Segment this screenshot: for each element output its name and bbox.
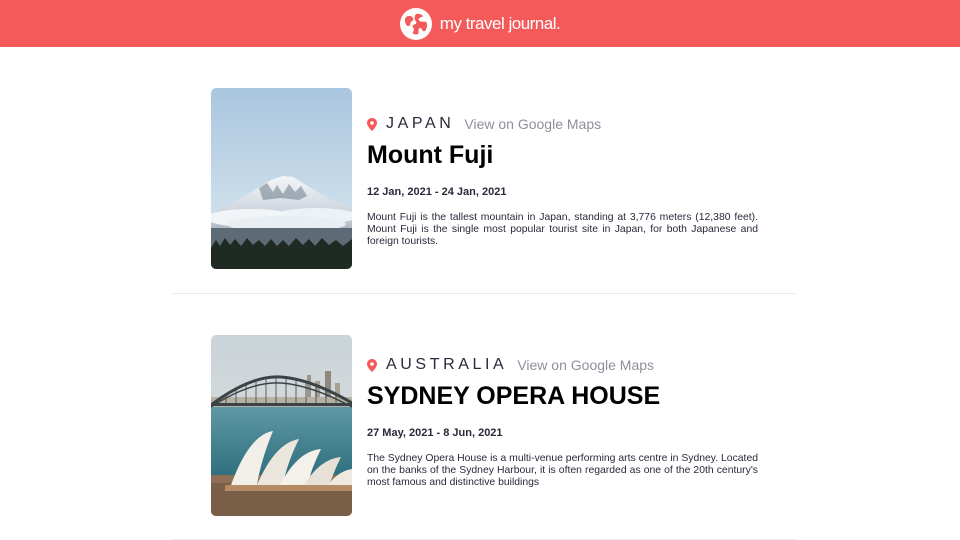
entry-info: AUSTRALIA View on Google Maps SYDNEY OPE…	[367, 355, 758, 489]
location-row: AUSTRALIA View on Google Maps	[367, 355, 758, 375]
entry-divider	[172, 293, 796, 294]
trip-dates: 12 Jan, 2021 - 24 Jan, 2021	[367, 186, 507, 198]
entry-description: The Sydney Opera House is a multi-venue …	[367, 453, 758, 488]
globe-icon	[399, 7, 432, 40]
trip-dates: 27 May, 2021 - 8 Jun, 2021	[367, 427, 503, 439]
country-label: AUSTRALIA	[386, 356, 508, 373]
location-pin-icon	[367, 117, 377, 131]
google-maps-link[interactable]: View on Google Maps	[464, 116, 601, 132]
navbar: my travel journal.	[0, 0, 960, 47]
brand-name: my travel journal.	[439, 13, 561, 33]
sydney-opera-house-photo	[211, 335, 352, 516]
location-pin-icon	[367, 358, 377, 372]
entry-info: JAPAN View on Google Maps Mount Fuji 12 …	[367, 114, 758, 248]
entry-title: SYDNEY OPERA HOUSE	[367, 382, 661, 410]
mount-fuji-photo	[211, 88, 352, 269]
entry-title: Mount Fuji	[367, 141, 494, 169]
google-maps-link[interactable]: View on Google Maps	[517, 357, 654, 373]
location-row: JAPAN View on Google Maps	[367, 114, 758, 134]
country-label: JAPAN	[386, 115, 455, 132]
brand-logo-link[interactable]: my travel journal.	[399, 7, 561, 40]
entry-description: Mount Fuji is the tallest mountain in Ja…	[367, 212, 758, 247]
